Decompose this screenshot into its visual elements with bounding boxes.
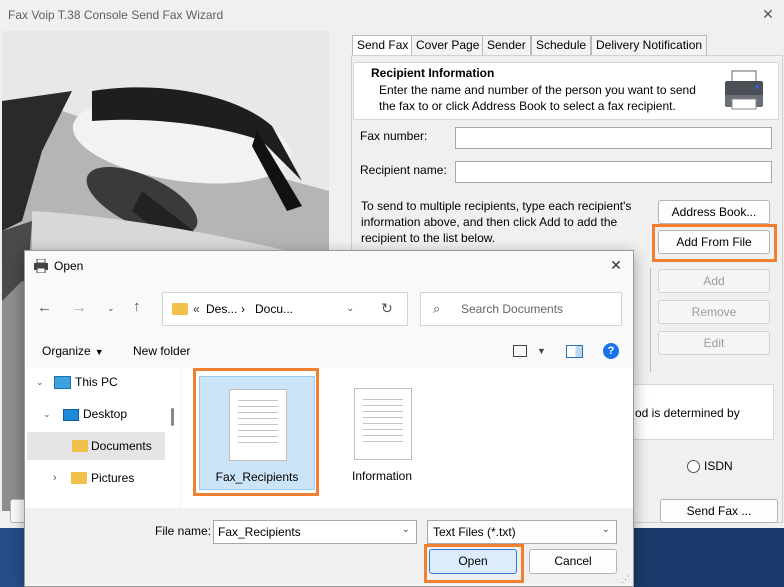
expand-chevron-icon[interactable]: ⌄ xyxy=(36,368,44,396)
refresh-icon[interactable]: ↻ xyxy=(381,300,393,317)
search-placeholder[interactable]: Search Documents xyxy=(461,302,563,316)
tab-schedule[interactable]: Schedule xyxy=(531,35,592,56)
file-list: Fax_Recipients Information xyxy=(182,368,633,508)
nav-label-this-pc: This PC xyxy=(75,375,118,389)
organize-menu[interactable]: Organize ▼ xyxy=(42,344,104,358)
info-title: Recipient Information xyxy=(371,66,495,80)
printer-small-icon xyxy=(33,258,49,274)
folder-icon xyxy=(172,303,188,315)
printer-icon xyxy=(722,69,766,111)
info-text-line-2: the fax to or click Address Book to sele… xyxy=(379,99,676,113)
recipient-name-field[interactable] xyxy=(455,161,772,183)
search-box[interactable]: ⌕ Search Documents xyxy=(420,292,622,326)
nav-label-documents: Documents xyxy=(91,439,152,453)
organize-dropdown-icon: ▼ xyxy=(94,347,104,357)
nav-item-this-pc[interactable]: ⌄ This PC xyxy=(25,368,165,396)
address-dropdown-icon[interactable]: ⌄ xyxy=(346,303,354,314)
nav-item-documents[interactable]: Documents xyxy=(27,432,165,460)
multi-recipient-text-2: information above, and then click Add to… xyxy=(361,215,618,229)
expand-chevron-icon[interactable]: ⌄ xyxy=(43,400,51,428)
folder-icon xyxy=(71,472,87,484)
file-name-input[interactable]: Fax_Recipients ⌄ xyxy=(213,520,417,544)
close-icon[interactable]: ✕ xyxy=(758,6,778,22)
multi-recipient-text-1: To send to multiple recipients, type eac… xyxy=(361,199,632,213)
dialing-text-fragment: od is determined by xyxy=(635,406,740,420)
breadcrumb-documents[interactable]: Docu... xyxy=(255,302,293,316)
folder-icon xyxy=(72,440,88,452)
fax-number-field[interactable] xyxy=(455,127,772,149)
file-item-information[interactable]: Information xyxy=(325,376,439,488)
file-type-select[interactable]: Text Files (*.txt) ⌄ xyxy=(427,520,617,544)
file-name-label: Fax_Recipients xyxy=(215,470,299,484)
multi-recipient-text-3: recipient to the list below. xyxy=(361,231,496,245)
text-document-icon xyxy=(229,389,287,461)
recipient-list-edge xyxy=(650,268,651,372)
resize-grip-icon[interactable]: ⋰ xyxy=(621,574,630,585)
address-bar[interactable]: « Des... › Docu... ⌄ ↻ xyxy=(162,292,408,326)
nav-item-pictures[interactable]: › Pictures xyxy=(25,464,165,492)
pc-icon xyxy=(54,376,71,389)
file-item-fax-recipients[interactable]: Fax_Recipients xyxy=(199,376,315,490)
text-document-icon xyxy=(354,388,412,460)
nav-item-desktop[interactable]: ⌄ Desktop xyxy=(25,400,165,428)
desktop-icon xyxy=(63,409,79,421)
back-arrow-icon[interactable]: ← xyxy=(37,299,52,316)
file-name-dropdown-icon[interactable]: ⌄ xyxy=(402,524,410,535)
forward-arrow-icon[interactable]: → xyxy=(72,299,87,316)
view-dropdown-icon[interactable]: ▼ xyxy=(537,346,546,356)
dialog-footer: File name: Fax_Recipients ⌄ Text Files (… xyxy=(25,508,633,585)
add-from-file-button[interactable]: Add From File xyxy=(658,230,770,254)
collapse-chevron-icon[interactable]: › xyxy=(53,464,57,492)
nav-label-desktop: Desktop xyxy=(83,407,128,421)
tab-sender[interactable]: Sender xyxy=(482,35,531,56)
isdn-radio[interactable] xyxy=(687,460,700,473)
preview-pane-icon[interactable] xyxy=(566,345,583,358)
recipient-info-box: Recipient Information Enter the name and… xyxy=(353,62,779,120)
dialog-title: Open xyxy=(54,259,84,273)
window-title: Fax Voip T.38 Console Send Fax Wizard xyxy=(8,8,224,22)
open-button[interactable]: Open xyxy=(429,549,517,574)
tab-cover-page[interactable]: Cover Page xyxy=(411,35,485,56)
organize-label: Organize xyxy=(42,344,91,358)
file-type-value: Text Files (*.txt) xyxy=(433,525,516,539)
dialing-options-box: od is determined by xyxy=(632,384,774,440)
nav-label-pictures: Pictures xyxy=(91,471,135,485)
remove-button[interactable]: Remove xyxy=(658,300,770,324)
breadcrumb-separator: › xyxy=(241,302,245,316)
open-file-dialog: Open ✕ ← → ⌄ ↑ « Des... › Docu... ⌄ ↻ ⌕ … xyxy=(24,250,634,587)
view-mode-icon[interactable] xyxy=(513,345,527,357)
address-book-button[interactable]: Address Book... xyxy=(658,200,770,224)
breadcrumb-desktop[interactable]: Des... xyxy=(206,302,237,316)
file-name-field-label: File name: xyxy=(155,524,212,538)
breadcrumb-chevrons: « xyxy=(193,302,200,316)
file-name-label: Information xyxy=(351,469,413,483)
search-icon: ⌕ xyxy=(433,301,441,316)
back-button-partial[interactable] xyxy=(10,499,25,523)
file-name-value: Fax_Recipients xyxy=(218,525,301,539)
info-text-line-1: Enter the name and number of the person … xyxy=(379,83,696,97)
edit-button[interactable]: Edit xyxy=(658,331,770,355)
new-folder-button[interactable]: New folder xyxy=(133,344,190,358)
send-fax-button[interactable]: Send Fax ... xyxy=(660,499,778,523)
file-type-dropdown-icon[interactable]: ⌄ xyxy=(602,524,610,535)
help-icon[interactable]: ? xyxy=(603,343,619,359)
up-arrow-icon[interactable]: ↑ xyxy=(133,298,141,315)
cancel-button[interactable]: Cancel xyxy=(529,549,617,574)
nav-scrollbar[interactable] xyxy=(171,408,174,426)
tab-delivery-notification[interactable]: Delivery Notification xyxy=(591,35,708,56)
recipient-name-label: Recipient name: xyxy=(360,163,447,177)
desktop-background xyxy=(0,528,24,587)
navigation-pane: ⌄ This PC ⌄ Desktop Documents › Pictures xyxy=(25,368,180,508)
fax-number-label: Fax number: xyxy=(360,129,428,143)
recent-locations-chevron-icon[interactable]: ⌄ xyxy=(107,303,115,314)
isdn-label: ISDN xyxy=(704,459,733,473)
dialog-close-icon[interactable]: ✕ xyxy=(607,257,625,275)
add-button[interactable]: Add xyxy=(658,269,770,293)
